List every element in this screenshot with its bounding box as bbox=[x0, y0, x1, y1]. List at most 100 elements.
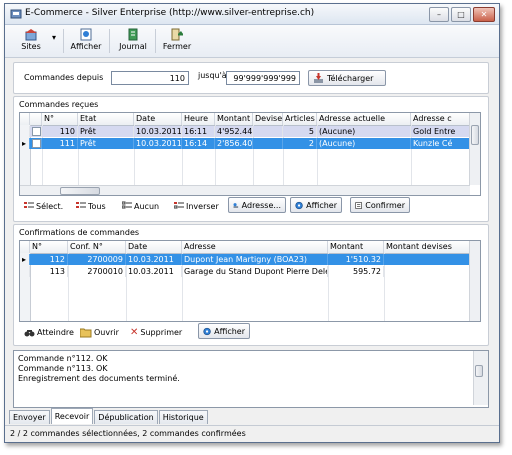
confirmer-label: Confirmer bbox=[365, 200, 405, 210]
download-icon bbox=[314, 72, 323, 83]
cell-articles: 2 bbox=[283, 138, 317, 149]
col-header-num: N° bbox=[42, 113, 78, 125]
table-row-selected[interactable]: ▸ 112 2700009 10.03.2011 Dupont Jean Mar… bbox=[20, 254, 470, 265]
tab-historique[interactable]: Historique bbox=[158, 410, 208, 424]
cell-num: 110 bbox=[42, 126, 78, 137]
adresse-label: Adresse... bbox=[241, 200, 281, 210]
afficher-button[interactable]: Afficher bbox=[67, 27, 105, 55]
maximize-icon: □ bbox=[457, 10, 465, 19]
confirmer-button[interactable]: Confirmer bbox=[350, 197, 410, 213]
confirm-icon bbox=[355, 201, 362, 209]
aucun-button[interactable]: Aucun bbox=[122, 198, 159, 214]
afficher-received-button[interactable]: Afficher bbox=[290, 197, 342, 213]
col-header-adresse: Adresse bbox=[182, 241, 328, 253]
cell-conf: 2700009 bbox=[68, 254, 126, 265]
col-header-conf: Conf. N° bbox=[68, 241, 126, 253]
fermer-button[interactable]: Fermer bbox=[161, 27, 193, 55]
col-header-etat: Etat bbox=[78, 113, 134, 125]
tous-button[interactable]: Tous bbox=[76, 198, 106, 214]
view-icon bbox=[295, 201, 303, 209]
from-field[interactable]: 110 bbox=[111, 71, 189, 85]
address-icon bbox=[233, 202, 239, 208]
scroll-thumb[interactable] bbox=[471, 125, 479, 145]
received-title: Commandes reçues bbox=[19, 100, 99, 109]
cell-adresse-c: Gold Entre bbox=[411, 126, 470, 137]
adresse-button[interactable]: Adresse... bbox=[228, 197, 286, 213]
to-field[interactable]: 99'999'999'999 bbox=[226, 71, 300, 85]
afficher-confirmations-label: Afficher bbox=[214, 326, 245, 336]
cell-montant: 1'510.32 bbox=[328, 254, 384, 265]
afficher-confirmations-button[interactable]: Afficher bbox=[198, 323, 250, 339]
telecharger-label: Télécharger bbox=[327, 73, 374, 83]
cell-montant: 4'952.44 bbox=[217, 126, 253, 137]
cell-adresse: (Aucune) bbox=[317, 126, 411, 137]
select-button[interactable]: Sélect. bbox=[24, 198, 63, 214]
received-orders-grid: N° Etat Date Heure Montant Devise Articl… bbox=[19, 112, 481, 196]
table-row[interactable]: 113 2700010 10.03.2011 Garage du Stand D… bbox=[20, 266, 470, 277]
cell-montant: 2'856.40 bbox=[217, 138, 253, 149]
col-header-montant: Montant bbox=[215, 113, 253, 125]
tab-envoyer[interactable]: Envoyer bbox=[9, 410, 50, 424]
cell-date: 10.03.2011 bbox=[136, 126, 182, 137]
status-text: 2 / 2 commandes sélectionnées, 2 command… bbox=[10, 429, 246, 438]
sites-button[interactable]: Sites bbox=[17, 27, 45, 55]
close-button[interactable]: ✕ bbox=[473, 7, 495, 22]
telecharger-button[interactable]: Télécharger bbox=[308, 70, 386, 86]
close-icon: ✕ bbox=[480, 10, 488, 19]
cell-num: 113 bbox=[30, 266, 68, 277]
main-window: E-Commerce - Silver Enterprise (http://w… bbox=[4, 3, 500, 443]
scroll-thumb[interactable] bbox=[60, 187, 100, 195]
scroll-thumb[interactable] bbox=[475, 365, 483, 377]
chevron-down-icon: ▾ bbox=[51, 33, 56, 42]
col-header-heure: Heure bbox=[182, 113, 215, 125]
maximize-button[interactable]: □ bbox=[451, 7, 471, 22]
log-line: Enregistrement des documents terminé. bbox=[18, 374, 180, 383]
select-none-icon bbox=[122, 201, 132, 209]
row-checkbox[interactable] bbox=[30, 126, 42, 137]
cell-adresse: Garage du Stand Dupont Pierre Delémor bbox=[182, 266, 328, 277]
log-vertical-scrollbar[interactable] bbox=[473, 351, 488, 405]
col-header-montant-devises: Montant devises bbox=[384, 241, 470, 253]
table-row[interactable]: 110 Prêt 10.03.2011 16:11 4'952.44 5 (Au… bbox=[20, 126, 470, 137]
tab-depublication[interactable]: Dépublication bbox=[94, 410, 158, 424]
minimize-button[interactable]: – bbox=[429, 7, 449, 22]
received-horizontal-scrollbar[interactable] bbox=[20, 185, 470, 195]
folder-open-icon bbox=[80, 328, 92, 337]
title-bar: E-Commerce - Silver Enterprise (http://w… bbox=[5, 4, 499, 25]
tab-recevoir[interactable]: Recevoir bbox=[50, 408, 94, 424]
inverser-button[interactable]: Inverser bbox=[174, 198, 219, 214]
col-header-date: Date bbox=[126, 241, 182, 253]
afficher-received-label: Afficher bbox=[306, 200, 337, 210]
sites-dropdown[interactable]: ▾ bbox=[49, 27, 59, 55]
sites-label: Sites bbox=[21, 42, 41, 51]
checkbox-header bbox=[30, 113, 42, 125]
received-orders-panel: Commandes reçues N° Etat Date Heure Mont… bbox=[13, 96, 489, 222]
goto-icon bbox=[24, 329, 35, 336]
confirmations-grid: N° Conf. N° Date Adresse Montant Montant… bbox=[19, 240, 481, 322]
jusqua-label: jusqu'à bbox=[198, 71, 227, 80]
journal-button[interactable]: Journal bbox=[115, 27, 151, 55]
table-row-selected[interactable]: ▸ 111 Prêt 10.03.2011 16:14 2'856.40 2 (… bbox=[20, 138, 470, 149]
cell-montant: 595.72 bbox=[328, 266, 384, 277]
cell-date: 10.03.2011 bbox=[126, 266, 182, 277]
log-line: Commande n°112. OK bbox=[18, 354, 108, 363]
select-all-icon bbox=[76, 202, 86, 208]
atteindre-label: Atteindre bbox=[37, 327, 74, 337]
app-icon bbox=[10, 9, 22, 19]
row-checkbox[interactable] bbox=[30, 138, 42, 149]
atteindre-button[interactable]: Atteindre bbox=[24, 324, 74, 340]
status-bar: 2 / 2 commandes sélectionnées, 2 command… bbox=[5, 425, 499, 442]
col-header-montant: Montant bbox=[328, 241, 384, 253]
row-indicator-header bbox=[20, 241, 30, 253]
cell-montant-devises bbox=[384, 254, 470, 265]
cell-heure: 16:11 bbox=[182, 126, 215, 137]
received-vertical-scrollbar[interactable] bbox=[469, 113, 480, 185]
supprimer-button[interactable]: ✕ Supprimer bbox=[130, 324, 182, 340]
confirmations-vertical-scrollbar[interactable] bbox=[469, 241, 480, 321]
commandes-depuis-label: Commandes depuis bbox=[24, 73, 104, 82]
confirmations-header: N° Conf. N° Date Adresse Montant Montant… bbox=[20, 241, 470, 254]
exit-icon bbox=[171, 28, 183, 41]
cell-articles: 5 bbox=[283, 126, 317, 137]
inverser-label: Inverser bbox=[186, 201, 219, 211]
ouvrir-button[interactable]: Ouvrir bbox=[80, 324, 119, 340]
